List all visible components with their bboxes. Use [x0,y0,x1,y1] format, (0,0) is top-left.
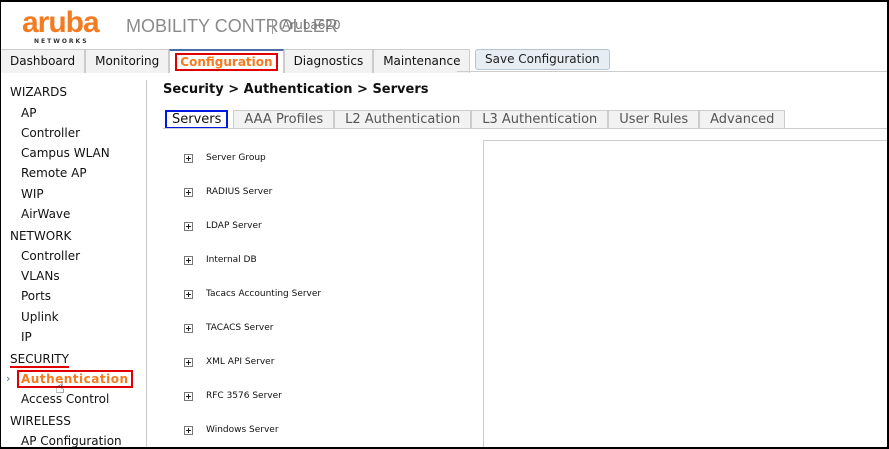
sidebar-item-access-control[interactable]: Access Control [21,392,109,406]
detail-panel [483,140,889,449]
server-tree-item[interactable]: RFC 3576 Server [184,391,282,401]
tab-dashboard[interactable]: Dashboard [0,49,86,73]
sidebar-item-ap-configuration[interactable]: AP Configuration [21,434,122,448]
sidebar-item-ip[interactable]: IP [21,330,32,344]
subtab-aaa-profiles[interactable]: AAA Profiles [233,110,335,129]
sidebar-item-airwave[interactable]: AirWave [21,207,70,221]
server-tree-item[interactable]: Server Group [184,153,266,163]
sidebar-item-controller-wizard[interactable]: Controller [21,126,80,140]
sidebar: WIZARDS AP Controller Campus WLAN Remote… [0,80,147,449]
sidebar-item-ap-wizard[interactable]: AP [21,106,36,120]
server-tree-item[interactable]: LDAP Server [184,221,262,231]
expand-plus-icon[interactable] [184,289,193,299]
expand-plus-icon[interactable] [184,323,193,333]
tab-configuration[interactable]: Configuration [169,49,284,73]
logo-text: aruba [22,6,100,39]
logo-subtext: NETWORKS [34,38,89,45]
save-configuration-button[interactable]: Save Configuration [475,49,610,70]
hand-cursor-icon: ☝ [55,378,65,397]
server-tree-item[interactable]: Windows Server [184,425,279,435]
tab-divider [457,71,889,72]
expand-plus-icon[interactable] [184,221,193,231]
sidebar-item-campus-wlan[interactable]: Campus WLAN [21,146,110,160]
sidebar-section-wizards: WIZARDS [10,85,68,99]
sidebar-section-network: NETWORK [10,229,72,243]
sidebar-item-remote-ap[interactable]: Remote AP [21,166,87,180]
server-label: TACACS Server [206,323,274,333]
subtab-divider [163,128,889,129]
sidebar-section-security: SECURITY [10,352,69,368]
server-label: LDAP Server [206,221,262,231]
expand-plus-icon[interactable] [184,153,193,163]
server-label: Tacacs Accounting Server [206,289,322,299]
sidebar-section-wireless: WIRELESS [10,414,71,428]
chevron-right-icon: › [6,372,11,385]
server-label: RFC 3576 Server [206,391,282,401]
expand-plus-icon[interactable] [184,255,193,265]
subtab-servers[interactable]: Servers [165,110,229,129]
divider [272,20,273,34]
aruba-logo: aruba NETWORKS [22,6,100,46]
expand-plus-icon[interactable] [184,187,193,197]
server-label: Internal DB [206,255,257,265]
tab-monitoring[interactable]: Monitoring [85,49,170,73]
sidebar-item-controller[interactable]: Controller [21,249,80,263]
server-tree-item[interactable]: TACACS Server [184,323,273,333]
subtab-user-rules[interactable]: User Rules [608,110,700,129]
server-label: RADIUS Server [206,187,273,197]
server-tree-item[interactable]: Tacacs Accounting Server [184,289,321,299]
expand-plus-icon[interactable] [184,357,193,367]
breadcrumb: Security > Authentication > Servers [163,82,429,97]
sidebar-item-ports[interactable]: Ports [21,289,51,303]
sidebar-item-uplink[interactable]: Uplink [21,310,59,324]
tab-diagnostics[interactable]: Diagnostics [283,49,374,73]
server-label: Server Group [206,153,266,163]
sidebar-item-vlans[interactable]: VLANs [21,269,60,283]
subtab-l2-authentication[interactable]: L2 Authentication [334,110,472,129]
expand-plus-icon[interactable] [184,425,193,435]
controller-name: Aruba620 [282,18,341,32]
tab-maintenance[interactable]: Maintenance [373,49,471,73]
server-label: XML API Server [206,357,275,367]
expand-plus-icon[interactable] [184,391,193,401]
main-tabs: Dashboard Monitoring Configuration Diagn… [0,49,471,73]
server-tree-item[interactable]: RADIUS Server [184,187,272,197]
subtab-advanced[interactable]: Advanced [699,110,786,129]
tab-configuration-label: Configuration [175,53,278,71]
server-tree-item[interactable]: XML API Server [184,357,274,367]
sub-tabs: Servers AAA Profiles L2 Authentication L… [165,110,786,129]
sidebar-item-wip[interactable]: WIP [21,187,44,201]
subtab-l3-authentication[interactable]: L3 Authentication [471,110,609,129]
server-label: Windows Server [206,425,279,435]
sidebar-item-authentication[interactable]: Authentication [17,370,133,388]
server-tree-item[interactable]: Internal DB [184,255,257,265]
